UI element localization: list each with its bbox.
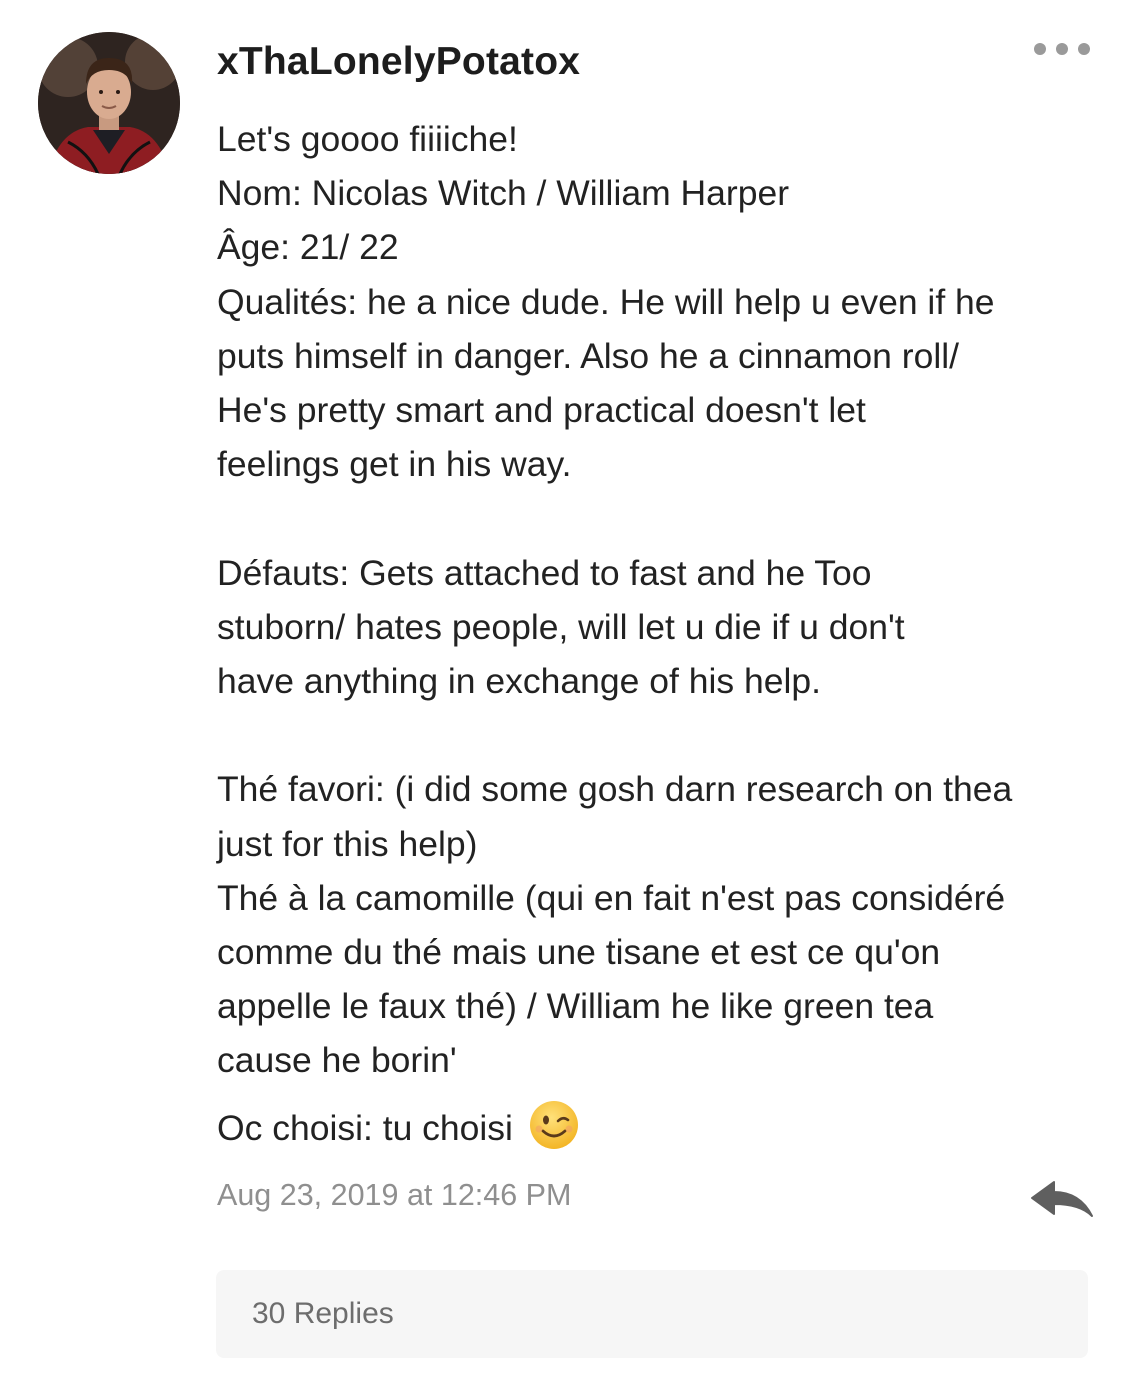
comment-timestamp: Aug 23, 2019 at 12:46 PM [217,1178,572,1212]
comment-card: xThaLonelyPotatox Let's goooo fiiiiche! … [0,0,1125,1378]
body-line: just for this help) [217,823,478,864]
comment-body: Let's goooo fiiiiche! Nom: Nicolas Witch… [217,112,1097,1088]
more-horizontal-icon [1034,43,1046,55]
user-avatar[interactable] [38,32,180,174]
body-line: stuborn/ hates people, will let u die if… [217,606,905,647]
body-line: Thé à la camomille (qui en fait n'est pa… [217,877,1006,918]
oc-line-text: Oc choisi: tu choisi [217,1108,513,1148]
more-dot [1078,43,1090,55]
winking-face-emoji [529,1101,578,1149]
body-line: Défauts: Gets attached to fast and he To… [217,552,872,593]
body-line: Âge: 21/ 22 [217,227,399,268]
avatar-image [38,32,180,174]
more-dot [1056,43,1068,55]
more-options-button[interactable] [1030,36,1094,62]
body-line: appelle le faux thé) / William he like g… [217,986,934,1027]
reply-arrow-icon [1031,1181,1093,1217]
body-line: comme du thé mais une tisane et est ce q… [217,932,941,973]
body-line: Nom: Nicolas Witch / William Harper [217,173,790,214]
oc-line: Oc choisi: tu choisi [217,1100,579,1156]
username[interactable]: xThaLonelyPotatox [217,40,580,84]
replies-button[interactable]: 30 Replies [216,1270,1088,1358]
reply-button[interactable] [1028,1176,1096,1224]
body-line: cause he borin' [217,1040,457,1081]
replies-count-label: 30 Replies [252,1297,394,1330]
body-line: Thé favori: (i did some gosh darn resear… [217,769,1013,810]
body-line: have anything in exchange of his help. [217,661,821,702]
body-line: feelings get in his way. [217,444,572,485]
body-line: Let's goooo fiiiiche! [217,119,518,159]
body-line: puts himself in danger. Also he a cinnam… [217,335,959,376]
body-line: Qualités: he a nice dude. He will help u… [217,281,995,322]
body-line: He's pretty smart and practical doesn't … [217,390,866,431]
